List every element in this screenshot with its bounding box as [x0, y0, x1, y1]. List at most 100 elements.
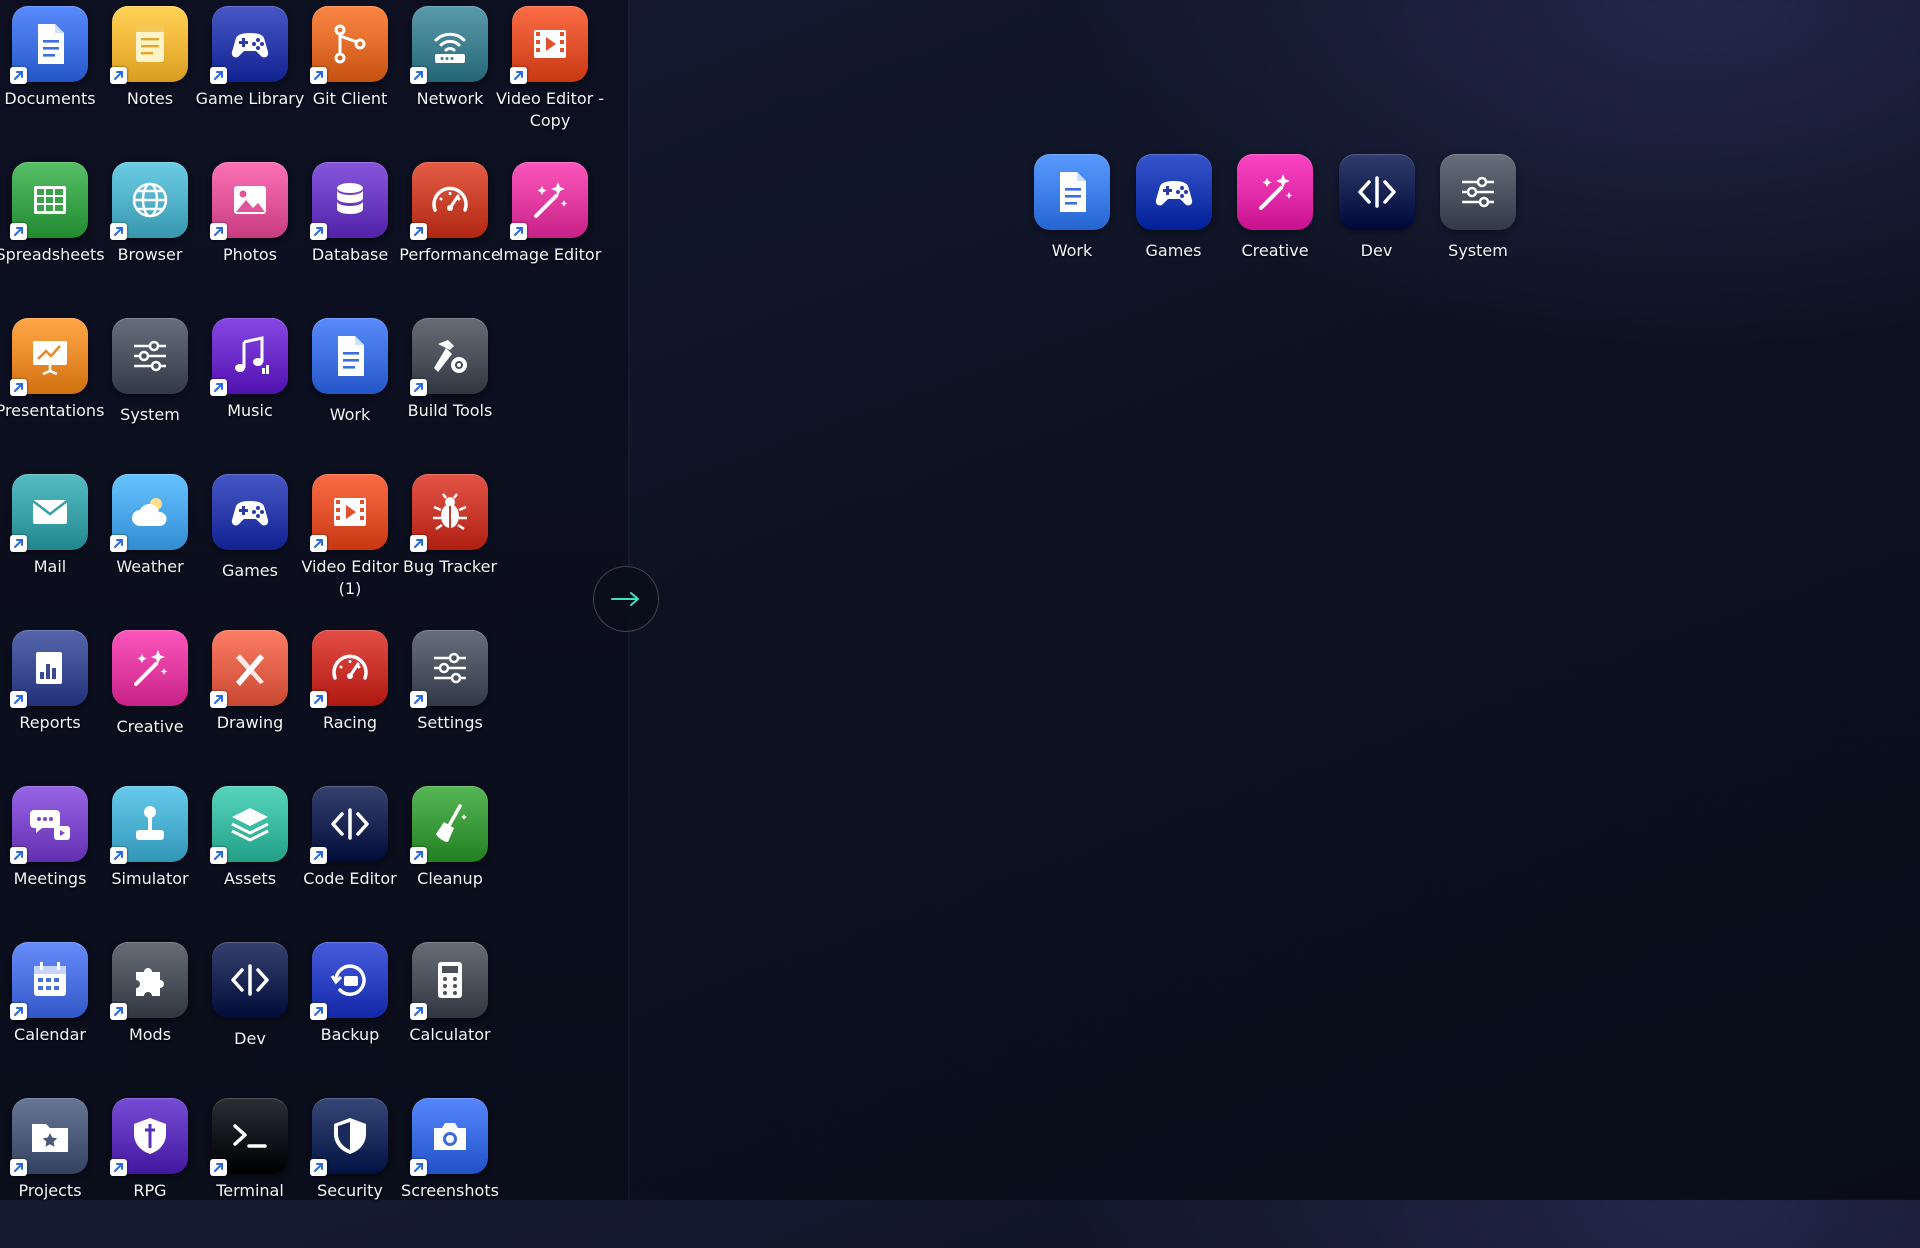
shortcut-arrow-icon: [214, 695, 223, 704]
shortcut-arrow-icon: [514, 227, 523, 236]
shortcut-badge: [10, 1003, 27, 1020]
app-tile-bug-tracker[interactable]: Bug Tracker: [400, 474, 500, 624]
app-tile-work-folder[interactable]: Work: [1022, 154, 1122, 304]
app-tile-video-editor-copy[interactable]: Video Editor - Copy: [496, 6, 604, 156]
app-tile-reports[interactable]: Reports: [0, 630, 100, 780]
app-tile-label: Git Client: [312, 89, 388, 108]
app-tile-spreadsheets[interactable]: Spreadsheets: [0, 162, 105, 312]
app-tile-calendar[interactable]: Calendar: [0, 942, 100, 1092]
app-tile-label: Screenshots: [401, 1181, 499, 1200]
sliders-icon: [1462, 176, 1494, 208]
app-tile-label: Settings: [417, 713, 483, 732]
app-tile-mods[interactable]: Mods: [100, 942, 200, 1092]
shortcut-arrow-icon: [214, 71, 223, 80]
app-tile-simulator[interactable]: Simulator: [100, 786, 200, 936]
app-tile-dev-folder[interactable]: Dev: [1327, 154, 1427, 304]
app-tile-security[interactable]: Security: [300, 1098, 400, 1248]
report-icon: [36, 652, 62, 684]
presentation-icon: [33, 341, 67, 376]
app-tile-performance[interactable]: Performance: [399, 162, 501, 312]
app-tile-system[interactable]: System: [100, 318, 200, 468]
meetings-icon-box: [10, 786, 88, 864]
document-icon: [1060, 172, 1086, 212]
app-tile-database[interactable]: Database: [300, 162, 400, 312]
app-tile-git-client[interactable]: Git Client: [300, 6, 400, 156]
app-tile-screenshots[interactable]: Screenshots: [400, 1098, 500, 1248]
app-tile-label: Code Editor: [303, 869, 397, 888]
app-tile-documents[interactable]: Documents: [0, 6, 100, 156]
sliders-icon: [434, 652, 466, 684]
app-tile-projects[interactable]: Projects: [0, 1098, 100, 1248]
projects-icon-box: [10, 1098, 88, 1176]
app-tile-music[interactable]: Music: [200, 318, 300, 468]
app-tile-notes[interactable]: Notes: [100, 6, 200, 156]
shortcut-badge: [310, 691, 327, 708]
app-tile-label: Music: [227, 401, 273, 420]
app-tile-label: Mods: [128, 1025, 172, 1044]
work-icon-box: [312, 318, 388, 394]
app-tile-racing[interactable]: Racing: [300, 630, 400, 780]
simulator-icon-box: [110, 786, 188, 864]
app-tile-assets[interactable]: Assets: [200, 786, 300, 936]
app-tile-label: Drawing: [216, 713, 284, 732]
app-tile-network[interactable]: Network: [400, 6, 500, 156]
app-tile-video-editor-1[interactable]: Video Editor (1): [300, 474, 400, 624]
shortcut-badge: [310, 223, 327, 240]
app-tile-presentations[interactable]: Presentations: [0, 318, 104, 468]
app-tile-label: Performance: [399, 245, 501, 264]
git-branch-icon: [334, 24, 366, 64]
pencil-brush-icon: [236, 654, 264, 686]
app-tile-games[interactable]: Games: [200, 474, 300, 624]
app-tile-code-editor[interactable]: Code Editor: [300, 786, 400, 936]
sliders-icon: [134, 340, 166, 372]
app-tile-mail[interactable]: Mail: [0, 474, 100, 624]
app-tile-settings[interactable]: Settings: [400, 630, 500, 780]
app-tile-label: Assets: [223, 869, 277, 888]
shortcut-arrow-icon: [114, 539, 123, 548]
app-tile-meetings[interactable]: Meetings: [0, 786, 100, 936]
app-tile-work[interactable]: Work: [300, 318, 400, 468]
shortcut-badge: [410, 67, 427, 84]
cloud-sun-icon: [132, 498, 167, 526]
shortcut-badge: [110, 847, 127, 864]
app-tile-photos[interactable]: Photos: [200, 162, 300, 312]
app-tile-cleanup[interactable]: Cleanup: [400, 786, 500, 936]
envelope-icon: [32, 500, 68, 524]
app-tile-drawing[interactable]: Drawing: [200, 630, 300, 780]
backup-icon-box: [310, 942, 388, 1020]
app-tile-games-folder[interactable]: Games: [1124, 154, 1224, 304]
joystick-icon: [136, 806, 164, 840]
drawing-icon-box: [210, 630, 288, 708]
app-tile-label: Games: [222, 561, 278, 580]
shortcut-arrow-icon: [114, 71, 123, 80]
app-tile-creative[interactable]: Creative: [100, 630, 200, 780]
move-right-button[interactable]: [593, 566, 659, 632]
chat-bubbles-icon: [30, 810, 70, 840]
shortcut-arrow-icon: [314, 1007, 323, 1016]
security-icon-box: [310, 1098, 388, 1176]
app-tile-calculator[interactable]: Calculator: [400, 942, 500, 1092]
app-tile-creative-folder[interactable]: Creative: [1225, 154, 1325, 304]
app-tile-terminal[interactable]: Terminal: [200, 1098, 300, 1248]
shortcut-badge: [310, 847, 327, 864]
shortcut-badge: [310, 535, 327, 552]
shortcut-badge: [210, 379, 227, 396]
app-tile-browser[interactable]: Browser: [100, 162, 200, 312]
app-tile-game-library[interactable]: Game Library: [196, 6, 304, 156]
music-icon: [235, 336, 269, 374]
app-tile-dev[interactable]: Dev: [200, 942, 300, 1092]
app-tile-system-folder[interactable]: System: [1428, 154, 1528, 304]
shortcut-arrow-icon: [214, 227, 223, 236]
creative-folder-icon-box: [1237, 154, 1313, 230]
app-tile-weather[interactable]: Weather: [100, 474, 200, 624]
document-icon: [338, 336, 364, 376]
shortcut-arrow-icon: [314, 695, 323, 704]
shortcut-arrow-icon: [514, 71, 523, 80]
shortcut-badge: [110, 67, 127, 84]
app-tile-label: Calendar: [14, 1025, 86, 1044]
app-tile-backup[interactable]: Backup: [300, 942, 400, 1092]
code-icon: [331, 808, 369, 840]
app-tile-build-tools[interactable]: Build Tools: [400, 318, 500, 468]
app-tile-image-editor[interactable]: Image Editor: [499, 162, 601, 312]
app-tile-rpg[interactable]: RPG: [100, 1098, 200, 1248]
